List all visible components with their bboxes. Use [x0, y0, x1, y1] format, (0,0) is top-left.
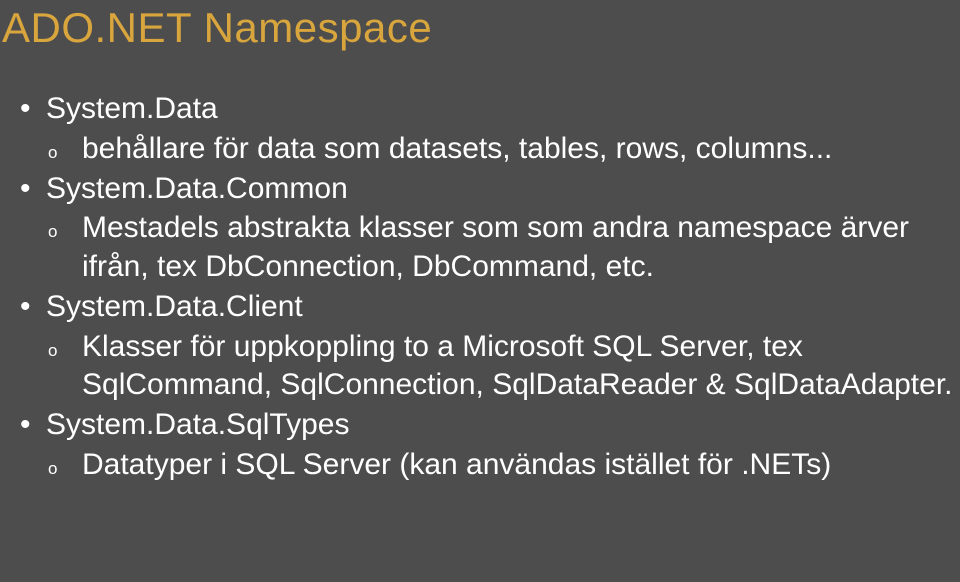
item-label: System.Data.Client	[46, 290, 303, 323]
slide: ADO.NET Namespace System.Data behållare …	[0, 0, 960, 582]
sub-list: Mestadels abstrakta klasser som som andr…	[46, 209, 960, 286]
sub-text: Mestadels abstrakta klasser som som andr…	[82, 211, 909, 282]
sub-item: Klasser för uppkoppling to a Microsoft S…	[46, 328, 960, 405]
sub-text: Datatyper i SQL Server (kan användas ist…	[82, 448, 831, 481]
list-item: System.Data.SqlTypes Datatyper i SQL Ser…	[18, 406, 960, 484]
sub-item: behållare för data som datasets, tables,…	[46, 130, 960, 168]
sub-list: Datatyper i SQL Server (kan användas ist…	[46, 446, 960, 484]
item-label: System.Data.Common	[46, 172, 348, 205]
slide-title: ADO.NET Namespace	[2, 4, 960, 52]
bullet-list: System.Data behållare för data som datas…	[18, 90, 960, 484]
item-label: System.Data.SqlTypes	[46, 408, 349, 441]
item-label: System.Data	[46, 92, 218, 125]
sub-item: Datatyper i SQL Server (kan användas ist…	[46, 446, 960, 484]
list-item: System.Data.Common Mestadels abstrakta k…	[18, 170, 960, 286]
sub-list: behållare för data som datasets, tables,…	[46, 130, 960, 168]
sub-text: Klasser för uppkoppling to a Microsoft S…	[82, 330, 953, 401]
sub-text: behållare för data som datasets, tables,…	[82, 132, 832, 165]
sub-item: Mestadels abstrakta klasser som som andr…	[46, 209, 960, 286]
list-item: System.Data.Client Klasser för uppkoppli…	[18, 288, 960, 404]
slide-body: System.Data behållare för data som datas…	[0, 90, 960, 484]
list-item: System.Data behållare för data som datas…	[18, 90, 960, 168]
sub-list: Klasser för uppkoppling to a Microsoft S…	[46, 328, 960, 405]
